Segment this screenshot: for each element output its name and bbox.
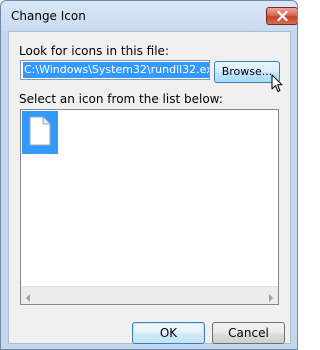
dialog-title: Change Icon [11, 9, 86, 23]
file-label: Look for icons in this file: [19, 44, 169, 58]
cancel-button[interactable]: Cancel [212, 322, 285, 344]
close-button[interactable] [266, 7, 297, 25]
scroll-right-icon[interactable] [268, 291, 274, 305]
file-path-input[interactable]: C:\Windows\System32\rundll32.exe [20, 60, 210, 80]
icon-list[interactable] [20, 109, 279, 305]
dialog-client-area: Look for icons in this file: C:\Windows\… [8, 31, 291, 344]
file-path-value: C:\Windows\System32\rundll32.exe [23, 62, 209, 78]
blank-document-icon [29, 116, 51, 149]
close-icon [276, 11, 288, 21]
icon-list-item[interactable] [22, 111, 58, 154]
icon-list-label: Select an icon from the list below: [19, 92, 223, 106]
scroll-left-icon[interactable] [25, 291, 31, 305]
mouse-pointer-icon [271, 74, 283, 96]
ok-button[interactable]: OK [132, 322, 205, 344]
title-bar[interactable]: Change Icon [1, 1, 297, 31]
change-icon-dialog: Change Icon Look for icons in this file:… [0, 0, 298, 350]
horizontal-scrollbar[interactable] [21, 286, 278, 304]
